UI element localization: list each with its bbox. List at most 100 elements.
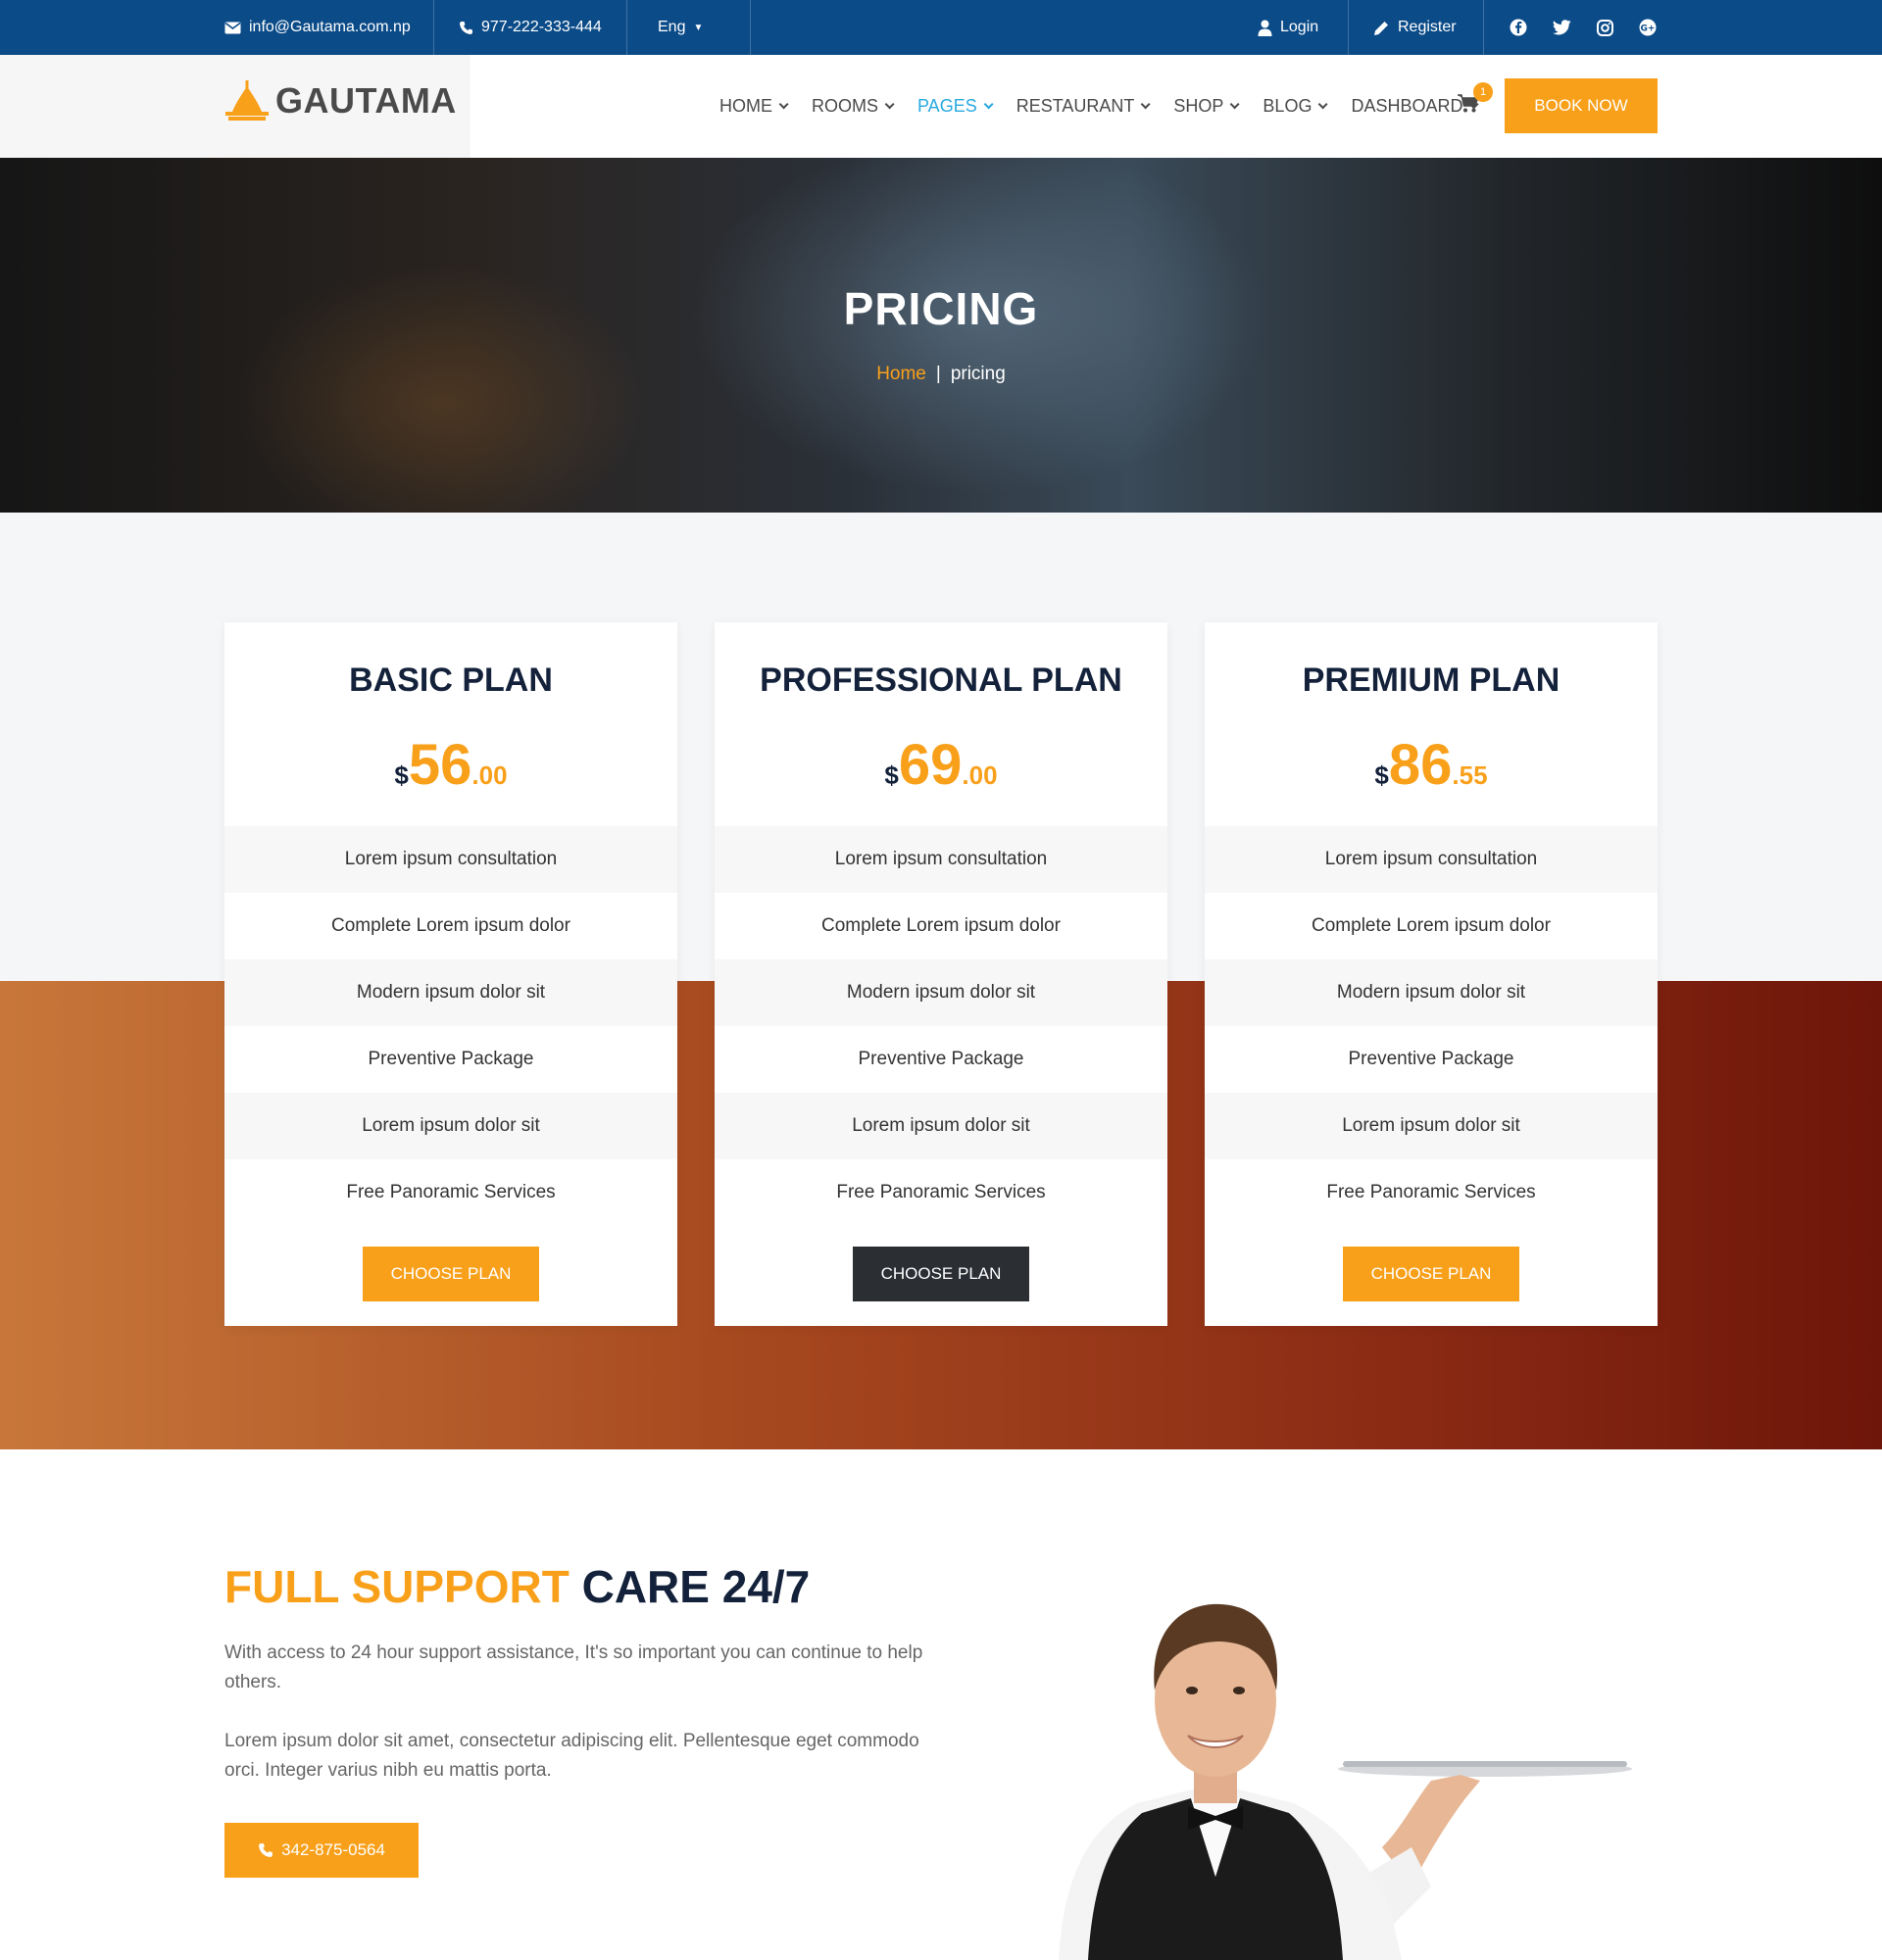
support-heading: FULL SUPPORT CARE 24/7: [224, 1560, 810, 1613]
chevron-down-icon: [1318, 99, 1329, 110]
register-label: Register: [1398, 19, 1457, 35]
login-link[interactable]: Login: [1258, 0, 1318, 55]
pricing-card-premium: PREMIUM PLAN $86.55 Lorem ipsum consulta…: [1205, 622, 1658, 1326]
phone-icon: [259, 1843, 272, 1857]
nav-home[interactable]: HOME: [719, 96, 789, 117]
breadcrumb-current: pricing: [950, 364, 1006, 384]
nav-rooms[interactable]: ROOMS: [812, 96, 895, 117]
plan-features: Lorem ipsum consultation Complete Lorem …: [224, 826, 677, 1226]
twitter-icon[interactable]: [1552, 18, 1571, 37]
language-label: Eng: [658, 19, 686, 35]
waiter-illustration: [1059, 1603, 1632, 1960]
plan-feature: Modern ipsum dolor sit: [715, 959, 1167, 1026]
nav-label: BLOG: [1263, 96, 1312, 116]
plan-feature: Complete Lorem ipsum dolor: [1312, 915, 1551, 936]
support-heading-accent: FULL SUPPORT: [224, 1561, 570, 1612]
chevron-down-icon: [1230, 99, 1240, 110]
login-label: Login: [1280, 19, 1319, 35]
nav-restaurant[interactable]: RESTAURANT: [1016, 96, 1151, 117]
book-now-button[interactable]: BOOK NOW: [1505, 78, 1658, 133]
site-logo[interactable]: GAUTAMA: [224, 80, 457, 122]
language-select[interactable]: Eng ▼: [658, 0, 703, 55]
envelope-icon: [224, 22, 241, 33]
choose-plan-button[interactable]: CHOOSE PLAN: [853, 1247, 1029, 1301]
divider: [1348, 0, 1349, 55]
plan-title: PROFESSIONAL PLAN: [760, 662, 1122, 699]
register-link[interactable]: Register: [1373, 0, 1457, 55]
nav-blog[interactable]: BLOG: [1263, 96, 1329, 117]
price-whole: 56: [408, 733, 472, 797]
price-cents: .55: [1452, 760, 1488, 790]
top-bar: info@Gautama.com.np 977-222-333-444 Eng …: [0, 0, 1882, 55]
cart-count-badge: 1: [1473, 82, 1493, 102]
plan-feature: Lorem ipsum dolor sit: [1205, 1093, 1658, 1159]
temple-logo-icon: [225, 80, 269, 121]
nav-label: ROOMS: [812, 96, 879, 116]
plan-price: $56.00: [224, 732, 677, 798]
price-cents: .00: [471, 760, 508, 790]
pricing-card-professional: PROFESSIONAL PLAN $69.00 Lorem ipsum con…: [715, 622, 1167, 1326]
social-links: G+: [1509, 0, 1658, 55]
support-paragraph: Lorem ipsum dolor sit amet, consectetur …: [224, 1731, 919, 1781]
nav-label: DASHBOARD: [1351, 96, 1463, 116]
plan-feature: Lorem ipsum consultation: [1205, 826, 1658, 893]
logo-text: GAUTAMA: [275, 80, 457, 121]
plan-price: $69.00: [715, 732, 1167, 798]
main-header: GAUTAMA HOME ROOMS PAGES RESTAURANT SHOP…: [0, 55, 1882, 158]
price-currency: $: [1374, 760, 1389, 790]
price-currency: $: [884, 760, 899, 790]
price-cents: .00: [962, 760, 998, 790]
facebook-icon[interactable]: [1509, 18, 1528, 37]
nav-label: PAGES: [917, 96, 977, 116]
plan-title: BASIC PLAN: [349, 662, 553, 699]
nav-shop[interactable]: SHOP: [1173, 96, 1240, 117]
choose-plan-button[interactable]: CHOOSE PLAN: [1343, 1247, 1519, 1301]
plan-feature: Modern ipsum dolor sit: [224, 959, 677, 1026]
breadcrumb-home-link[interactable]: Home: [876, 364, 926, 384]
google-plus-icon[interactable]: G+: [1638, 18, 1658, 37]
plan-feature: Modern ipsum dolor sit: [1205, 959, 1658, 1026]
pencil-icon: [1374, 21, 1388, 35]
chevron-down-icon: [778, 99, 789, 110]
plan-features: Lorem ipsum consultation Complete Lorem …: [715, 826, 1167, 1226]
divider: [1483, 0, 1484, 55]
chevron-down-icon: [1141, 99, 1151, 110]
price-whole: 86: [1388, 733, 1453, 797]
support-paragraph: With access to 24 hour support assistanc…: [224, 1642, 923, 1692]
caret-down-icon: ▼: [693, 22, 704, 33]
call-phone-button[interactable]: 342-875-0564: [224, 1823, 419, 1878]
plan-feature: Preventive Package: [858, 1049, 1024, 1069]
email-text: info@Gautama.com.np: [249, 19, 411, 35]
plan-feature: Lorem ipsum consultation: [715, 826, 1167, 893]
plan-feature: Complete Lorem ipsum dolor: [821, 915, 1061, 936]
breadcrumb-separator: |: [935, 364, 941, 384]
divider: [433, 0, 434, 55]
divider: [626, 0, 627, 55]
plan-feature: Lorem ipsum consultation: [224, 826, 677, 893]
cart-button[interactable]: 1: [1458, 82, 1493, 120]
phone-icon: [460, 21, 472, 34]
instagram-icon[interactable]: [1595, 18, 1614, 37]
nav-pages[interactable]: PAGES: [917, 96, 994, 117]
plan-feature: Free Panoramic Services: [1326, 1182, 1536, 1202]
page-hero-banner: PRICING Home | pricing: [0, 158, 1882, 513]
nav-label: SHOP: [1173, 96, 1224, 116]
plan-feature: Free Panoramic Services: [346, 1182, 556, 1202]
choose-plan-button[interactable]: CHOOSE PLAN: [363, 1247, 539, 1301]
plan-title: PREMIUM PLAN: [1302, 662, 1560, 699]
support-heading-rest: CARE 24/7: [569, 1561, 811, 1612]
page-title: PRICING: [843, 283, 1039, 334]
svg-text:G+: G+: [1641, 24, 1656, 34]
contact-phone[interactable]: 977-222-333-444: [459, 0, 602, 55]
breadcrumb: Home | pricing: [0, 364, 1882, 385]
plan-feature: Preventive Package: [368, 1049, 534, 1069]
phone-text: 977-222-333-444: [481, 19, 602, 35]
plan-features: Lorem ipsum consultation Complete Lorem …: [1205, 826, 1658, 1226]
plan-feature: Lorem ipsum dolor sit: [224, 1093, 677, 1159]
plan-feature: Preventive Package: [1348, 1049, 1514, 1069]
pricing-card-basic: BASIC PLAN $56.00 Lorem ipsum consultati…: [224, 622, 677, 1326]
nav-label: HOME: [719, 96, 772, 116]
main-nav: HOME ROOMS PAGES RESTAURANT SHOP BLOG DA…: [719, 55, 1480, 158]
price-whole: 69: [898, 733, 963, 797]
contact-email[interactable]: info@Gautama.com.np: [224, 0, 411, 55]
